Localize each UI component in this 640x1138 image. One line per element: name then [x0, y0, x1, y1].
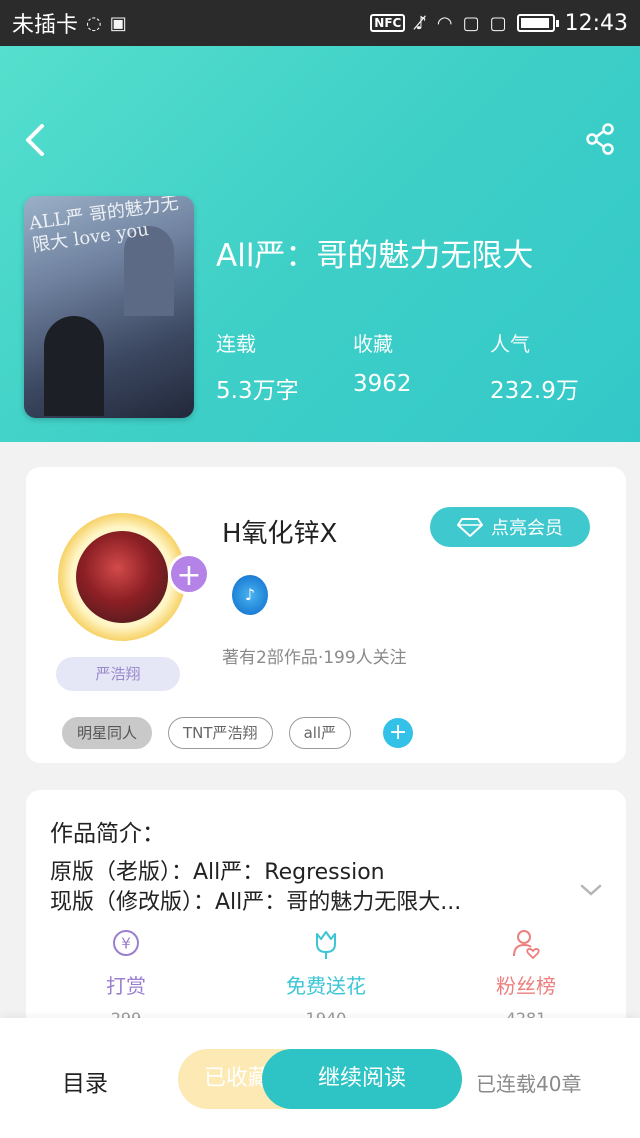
sim2-icon: ▢ [489, 12, 507, 34]
level-badge-icon: ♪ [232, 575, 268, 615]
sync-icon: ◌ [86, 12, 102, 34]
yuan-icon: ¥ [113, 930, 139, 956]
add-tag-button[interactable]: + [383, 718, 414, 748]
svg-text:¥: ¥ [121, 935, 131, 953]
flower-action[interactable]: 免费送花 1940 [226, 928, 426, 1028]
tip-label: 打赏 [106, 974, 146, 998]
back-button[interactable] [20, 120, 50, 160]
mute-icon: ♪̸ [415, 12, 427, 34]
share-icon [586, 123, 614, 155]
intro-line-revised: 现版（修改版）：All严：哥的魅力无限大... [50, 890, 462, 915]
stat-favorites: 收藏 3962 [353, 332, 412, 397]
expand-chevron-icon[interactable] [580, 882, 602, 898]
flower-icon [316, 931, 336, 959]
author-avatar[interactable]: + [54, 507, 210, 647]
bottom-bar: 目录 已收藏 继续阅读 已连载40章 [0, 1018, 640, 1138]
action-row: ¥ 打赏 299 免费送花 1940 [26, 928, 626, 1028]
battery-icon [516, 14, 559, 32]
carrier-text: 未插卡 [12, 13, 79, 38]
follow-plus-button[interactable]: + [168, 553, 210, 595]
author-card: + 严浩翔 H氧化锌X 点亮会员 ♪ 著有2部作品·199人关注 明星同人 TN… [26, 467, 626, 763]
tip-action[interactable]: ¥ 打赏 299 [26, 928, 226, 1028]
tag-item[interactable]: TNT严浩翔 [168, 717, 273, 749]
book-cover[interactable]: ALL严 哥的魅力无限大 love you [24, 196, 194, 418]
vip-button-label: 点亮会员 [491, 518, 563, 539]
author-description: 著有2部作品·199人关注 [222, 648, 407, 668]
toc-button[interactable]: 目录 [62, 1064, 108, 1098]
tag-list: 明星同人 TNT严浩翔 all严 + [62, 717, 414, 749]
fan-rank-action[interactable]: 粉丝榜 4281 [426, 928, 626, 1028]
sim1-icon: ▢ [462, 12, 480, 34]
chapter-count: 已连载40章 [476, 1072, 582, 1096]
back-arrow-icon [26, 124, 44, 156]
stat-serial: 连载 5.3万字 [216, 332, 299, 404]
fan-rank-icon [513, 930, 540, 960]
intro-line-original: 原版（老版）：All严：Regression [50, 860, 385, 885]
tag-item[interactable]: 明星同人 [62, 717, 153, 749]
book-title: All严：哥的魅力无限大 [216, 238, 534, 274]
clock: 12:43 [564, 10, 628, 36]
nfc-icon: NFC [370, 14, 406, 32]
intro-title: 作品简介： [50, 821, 165, 847]
diamond-icon [457, 518, 483, 537]
avatar-name-badge: 严浩翔 [56, 657, 180, 691]
share-button[interactable] [584, 122, 616, 156]
continue-reading-button[interactable]: 继续阅读 [262, 1049, 462, 1109]
book-header: ALL严 哥的魅力无限大 love you All严：哥的魅力无限大 连载 5.… [0, 46, 640, 442]
book-stats: 连载 5.3万字 收藏 3962 人气 232.9万 [216, 328, 627, 405]
flower-label: 免费送花 [286, 974, 366, 998]
author-name[interactable]: H氧化锌X [222, 513, 337, 550]
tag-item[interactable]: all严 [288, 717, 352, 749]
vip-button[interactable]: 点亮会员 [430, 507, 590, 547]
avatar [76, 531, 168, 623]
fan-rank-label: 粉丝榜 [496, 974, 556, 998]
status-bar: 未插卡 ◌ ▣ NFC ♪̸ ◠ ▢ ▢ 12:43 [0, 0, 640, 46]
wifi-icon: ◠ [436, 12, 453, 34]
stat-popularity: 人气 232.9万 [490, 332, 579, 404]
notification-icon: ▣ [109, 12, 127, 34]
